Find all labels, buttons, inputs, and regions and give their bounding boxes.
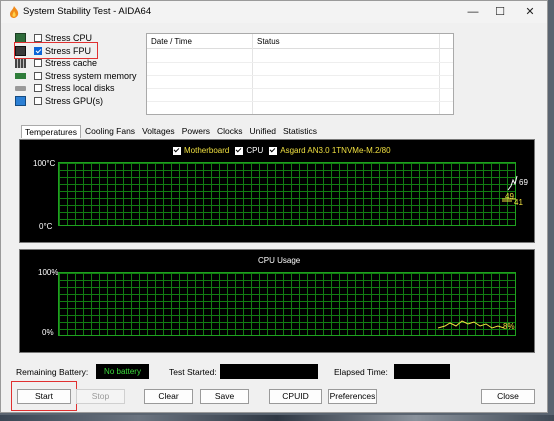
temperature-lines (502, 175, 518, 202)
ssd-temp-readout: 41 (514, 198, 523, 207)
battery-value: No battery (96, 364, 149, 379)
tab-temperatures[interactable]: Temperatures (21, 125, 81, 138)
status-bar: Remaining Battery: No battery Test Start… (16, 364, 536, 380)
stress-cache-checkbox[interactable] (34, 59, 42, 67)
stress-disks-option[interactable]: Stress local disks (15, 82, 137, 94)
stability-test-window: System Stability Test - AIDA64 — ☐ ✕ Str… (0, 0, 548, 413)
window-title: System Stability Test - AIDA64 (23, 6, 152, 17)
log-table-header: Date / Time Status (147, 34, 453, 49)
elapsed-time-label: Elapsed Time: (334, 367, 388, 377)
disk-icon (15, 85, 26, 91)
tab-powers[interactable]: Powers (179, 125, 213, 138)
cache-icon (15, 58, 26, 68)
save-button[interactable]: Save (200, 389, 249, 404)
stress-memory-option[interactable]: Stress system memory (15, 70, 137, 82)
stress-memory-label: Stress system memory (45, 70, 137, 81)
tab-clocks[interactable]: Clocks (214, 125, 246, 138)
stress-gpu-option[interactable]: Stress GPU(s) (15, 95, 137, 107)
column-divider (439, 34, 440, 114)
tab-statistics[interactable]: Statistics (280, 125, 320, 138)
titlebar: System Stability Test - AIDA64 — ☐ ✕ (1, 1, 547, 23)
cpu-temp-readout: 69 (519, 178, 528, 187)
cpu-usage-readout: 8% (503, 322, 515, 331)
stress-memory-checkbox[interactable] (34, 71, 42, 80)
stress-cpu-checkbox[interactable] (34, 34, 42, 42)
column-divider (252, 34, 253, 114)
date-time-column[interactable]: Date / Time (151, 37, 192, 46)
tab-cooling-fans[interactable]: Cooling Fans (82, 125, 138, 138)
minimize-button[interactable]: — (458, 3, 488, 21)
log-table[interactable]: Date / Time Status (146, 33, 454, 115)
cpuid-button[interactable]: CPUID (269, 389, 322, 404)
preferences-button[interactable]: Preferences (328, 389, 377, 404)
test-started-value (220, 364, 318, 379)
graph-tabs: Temperatures Cooling Fans Voltages Power… (21, 125, 321, 138)
memory-icon (15, 72, 26, 79)
elapsed-time-value (394, 364, 450, 379)
start-button[interactable]: Start (17, 389, 71, 404)
gpu-icon (15, 95, 26, 106)
maximize-button[interactable]: ☐ (485, 3, 515, 21)
stop-button[interactable]: Stop (76, 389, 125, 404)
close-window-button[interactable]: ✕ (515, 3, 545, 21)
clear-button[interactable]: Clear (144, 389, 193, 404)
aida64-flame-icon (10, 6, 19, 18)
tab-voltages[interactable]: Voltages (139, 125, 178, 138)
stress-fpu-highlight (14, 42, 98, 59)
stress-disks-checkbox[interactable] (34, 84, 42, 92)
tab-unified[interactable]: Unified (247, 125, 279, 138)
row-line (147, 88, 453, 89)
test-started-label: Test Started: (169, 367, 217, 377)
cpu-usage-graph: CPU Usage 100% 0% 8% (19, 249, 535, 353)
desktop-background (0, 415, 554, 421)
cpu-usage-line (437, 320, 505, 329)
row-line (147, 101, 453, 102)
close-button[interactable]: Close (481, 389, 535, 404)
battery-label: Remaining Battery: (16, 367, 89, 377)
stress-gpu-label: Stress GPU(s) (45, 95, 104, 106)
status-column[interactable]: Status (257, 37, 280, 46)
temperature-graph: Motherboard CPU Asgard AN3.0 1TNVMe-M.2/… (19, 139, 535, 243)
row-line (147, 75, 453, 76)
stress-gpu-checkbox[interactable] (34, 96, 42, 105)
motherboard-temp-readout: 49 (505, 192, 514, 201)
row-line (147, 62, 453, 63)
stress-cache-label: Stress cache (45, 58, 98, 68)
stress-disks-label: Stress local disks (45, 83, 115, 93)
